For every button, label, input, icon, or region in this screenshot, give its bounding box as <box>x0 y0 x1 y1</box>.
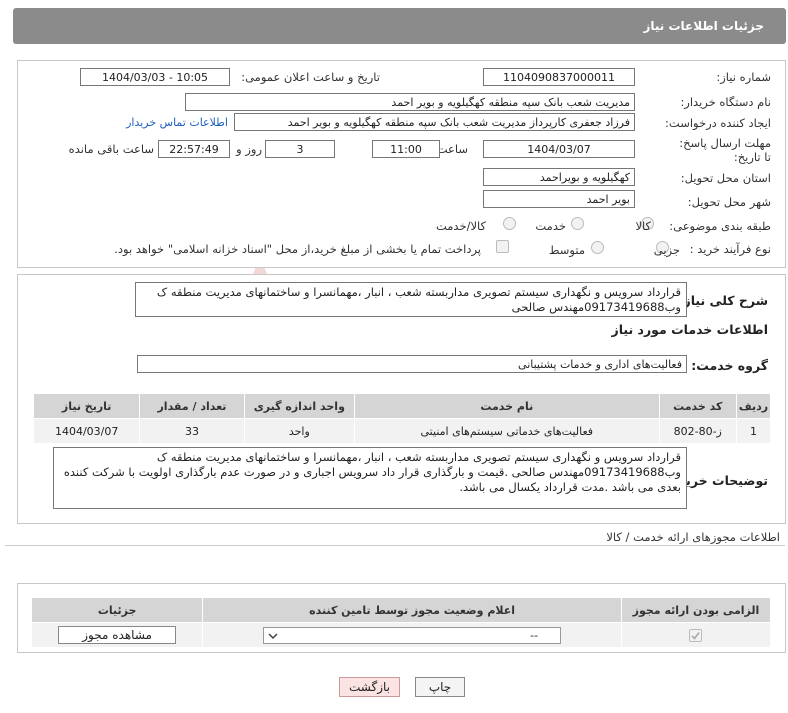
page-title: جزئیات اطلاعات نیاز <box>643 19 764 33</box>
col-unit: واحد اندازه گیری <box>243 393 356 419</box>
col-index: ردیف <box>735 393 772 419</box>
category-option-goods-service: کالا/خدمت <box>435 219 486 233</box>
permit-required-checkbox[interactable] <box>689 628 703 642</box>
treasury-payment-checkbox[interactable] <box>496 240 509 253</box>
announce-date-label: تاریخ و ساعت اعلان عمومی: <box>241 70 380 84</box>
category-option-goods: کالا <box>635 219 651 233</box>
row-service-code: ز-80-802 <box>658 418 737 444</box>
deadline-date-field: 1404/03/07 <box>483 140 635 158</box>
process-option-minor: جزیی <box>653 243 680 257</box>
page-header: جزئیات اطلاعات نیاز <box>13 8 786 44</box>
table-row: 1 ز-80-802 فعالیت‌های خدماتی سیستم‌های ا… <box>32 418 772 444</box>
description-label: شرح کلی نیاز: <box>678 293 768 308</box>
col-service-name: نام خدمت <box>354 393 660 419</box>
permit-required-cell <box>620 622 772 648</box>
city-label: شهر محل تحویل: <box>687 195 771 209</box>
deadline-time-field: 11:00 <box>372 140 440 158</box>
services-table: ردیف کد خدمت نام خدمت واحد اندازه گیری ت… <box>32 393 772 444</box>
description-textarea[interactable]: قرارداد سرویس و نگهداری سیستم تصویری مدا… <box>135 282 687 317</box>
col-permit-required: الزامی بودن ارائه مجوز <box>620 597 772 623</box>
remaining-time-label: ساعت باقی مانده <box>68 142 154 156</box>
row-service-name: فعالیت‌های خدماتی سیستم‌های امنیتی <box>354 418 660 444</box>
permits-table: الزامی بودن ارائه مجوز اعلام وضعیت مجوز … <box>30 597 772 648</box>
back-button[interactable]: بازگشت <box>339 677 400 697</box>
col-permit-status: اعلام وضعیت مجوز توسط تامین کننده <box>202 597 622 623</box>
row-need-date: 1404/03/07 <box>32 418 141 444</box>
province-label: استان محل تحویل: <box>680 171 771 185</box>
need-number-label: شماره نیاز: <box>716 70 771 84</box>
process-type-label: نوع فرآیند خرید : <box>689 242 771 256</box>
requester-label: ایجاد کننده درخواست: <box>665 116 771 130</box>
view-permit-button[interactable]: مشاهده مجوز <box>58 626 177 644</box>
buyer-notes-textarea[interactable]: قرارداد سرویس و نگهداری سیستم تصویری مدا… <box>53 447 687 509</box>
print-button[interactable]: چاپ <box>415 677 465 697</box>
buyer-org-field: مدیریت شعب بانک سپه منطقه کهگیلویه و بوی… <box>185 93 635 111</box>
services-section-title: اطلاعات خدمات مورد نیاز <box>611 322 769 337</box>
buyer-contact-link[interactable]: اطلاعات تماس خریدار <box>126 116 228 129</box>
row-unit: واحد <box>243 418 356 444</box>
check-icon <box>691 631 701 640</box>
need-number-field: 1104090837000011 <box>483 68 635 86</box>
city-field: بویر احمد <box>483 190 635 208</box>
deadline-time-label: ساعت <box>436 142 468 156</box>
col-permit-details: جزئیات <box>30 597 204 623</box>
row-index: 1 <box>735 418 772 444</box>
need-info-panel <box>17 60 786 268</box>
requester-field: فرزاد جعفری کارپرداز مدیریت شعب بانک سپه… <box>234 113 635 131</box>
process-option-medium: متوسط <box>548 243 585 257</box>
table-row: -- مشاهده مجوز <box>30 622 772 648</box>
permits-section-title: اطلاعات مجوزهای ارائه خدمت / کالا <box>606 530 780 544</box>
days-label: روز و <box>236 142 262 156</box>
process-radio-medium[interactable] <box>591 241 604 254</box>
service-group-label: گروه خدمت: <box>691 358 768 373</box>
province-field: کهگیلویه و بویراحمد <box>483 168 635 186</box>
announce-date-field: 1404/03/03 - 10:05 <box>80 68 230 86</box>
service-group-field: فعالیت‌های اداری و خدمات پشتیبانی <box>137 355 687 373</box>
category-radio-service[interactable] <box>571 217 584 230</box>
buyer-org-label: نام دستگاه خریدار: <box>680 95 771 109</box>
remaining-time-field: 22:57:49 <box>158 140 230 158</box>
col-service-code: کد خدمت <box>658 393 737 419</box>
col-quantity: تعداد / مقدار <box>139 393 245 419</box>
chevron-down-icon <box>268 632 278 639</box>
row-quantity: 33 <box>139 418 245 444</box>
deadline-label: مهلت ارسال پاسخ: تا تاریخ: <box>679 136 771 164</box>
col-need-date: تاریخ نیاز <box>32 393 141 419</box>
permit-status-select[interactable]: -- <box>263 626 562 644</box>
treasury-payment-note: پرداخت تمام یا بخشی از مبلغ خرید،از محل … <box>114 242 481 256</box>
category-option-service: خدمت <box>535 219 566 233</box>
permit-details-cell: مشاهده مجوز <box>30 622 204 648</box>
days-remaining-field: 3 <box>265 140 335 158</box>
permit-status-cell: -- <box>202 622 622 648</box>
category-radio-goods-service[interactable] <box>503 217 516 230</box>
category-label: طبقه بندی موضوعی: <box>669 219 771 233</box>
permits-divider <box>5 545 785 546</box>
permit-status-value: -- <box>530 628 539 642</box>
